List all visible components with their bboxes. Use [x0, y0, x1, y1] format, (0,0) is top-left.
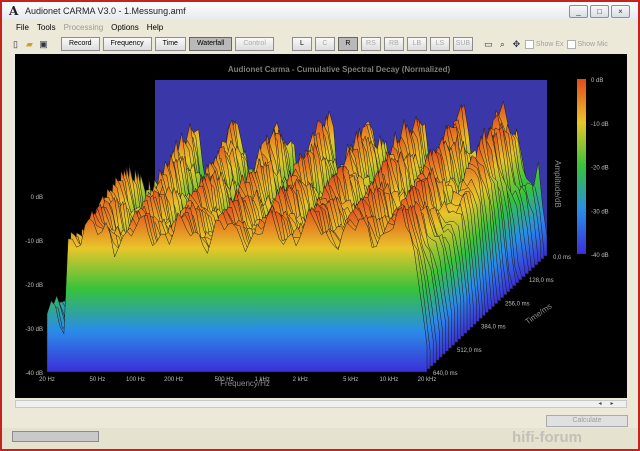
x-tick-label: 10 kHz [380, 377, 399, 383]
colorbar-tick-label: 0 dB [591, 78, 603, 84]
title-bar[interactable]: A Audionet CARMA V3.0 - 1.Messung.amf _ … [2, 2, 638, 20]
colorbar [577, 79, 586, 254]
colorbar-tick-label: -10 dB [591, 122, 609, 128]
colorbar-tick-label: -30 dB [591, 209, 609, 215]
show-mic-checkbox[interactable]: Show Mic [566, 39, 608, 49]
new-file-icon[interactable]: ▯ [10, 39, 21, 50]
open-folder-icon[interactable]: ▰ [24, 39, 35, 50]
time-tick-label: 512,0 ms [457, 348, 482, 354]
channel-lb-button[interactable]: LB [406, 37, 427, 51]
waterfall-chart: 0 dB -10 dB -20 dB -30 dB -40 dB 20 Hz 50 Hz 10… [25, 65, 609, 388]
menu-bar: File Tools Processing Options Help [2, 22, 638, 34]
x-tick-label: 2 kHz [293, 377, 308, 383]
control-button[interactable]: Control [235, 37, 274, 51]
scroll-right-icon[interactable]: ▸ [608, 401, 616, 407]
show-ex-checkbox[interactable]: Show Ex [524, 39, 564, 49]
channel-sub-button[interactable]: SUB [452, 37, 473, 51]
channel-ls-button[interactable]: LS [429, 37, 450, 51]
z-tick-label: -20 dB [25, 283, 43, 289]
menu-file[interactable]: File [12, 22, 33, 34]
menu-help[interactable]: Help [143, 22, 167, 34]
close-button[interactable]: × [611, 5, 630, 18]
x-tick-label: 20 Hz [39, 377, 55, 383]
amplitude-axis-label: Amplitude/dB [553, 160, 562, 208]
x-axis-label: Frequency/Hz [220, 379, 270, 388]
maximize-button[interactable]: □ [590, 5, 609, 18]
time-tick-label: 256,0 ms [505, 301, 530, 307]
z-tick-label: -30 dB [25, 327, 43, 333]
watermark: hifi-forum [512, 429, 582, 446]
app-logo-icon: A [9, 4, 19, 18]
z-tick-label: 0 dB [31, 195, 43, 201]
time-tick-label: 128,0 ms [529, 278, 554, 284]
colorbar-tick-label: -40 dB [591, 253, 609, 259]
z-tick-label: -10 dB [25, 239, 43, 245]
zoom-icon[interactable]: ⌕ [497, 39, 508, 50]
x-tick-label: 50 Hz [90, 377, 106, 383]
chart-title: Audionet Carma - Cumulative Spectral Dec… [228, 65, 451, 74]
menu-processing[interactable]: Processing [60, 22, 108, 34]
show-ex-label: Show Ex [535, 40, 564, 48]
channel-c-button[interactable]: C [314, 37, 335, 51]
x-tick-label: 100 Hz [126, 377, 145, 383]
channel-r-button[interactable]: R [337, 37, 358, 51]
time-button[interactable]: Time [154, 37, 186, 51]
time-tick-label: 640,0 ms [433, 371, 458, 377]
toolbar: ▯ ▰ ▣ Record Frequency Time Waterfall Co… [10, 36, 636, 52]
save-disk-icon[interactable]: ▣ [38, 39, 49, 50]
minimize-button[interactable]: _ [569, 5, 588, 18]
channel-rb-button[interactable]: RB [383, 37, 404, 51]
calculate-button[interactable]: Calculate [546, 415, 628, 427]
x-tick-label: 20 kHz [418, 377, 437, 383]
menu-tools[interactable]: Tools [33, 22, 60, 34]
time-tick-label: 384,0 ms [481, 325, 506, 331]
waterfall-plot-area[interactable]: 0 dB -10 dB -20 dB -30 dB -40 dB 20 Hz 50 Hz 10… [15, 54, 627, 398]
app-window: A Audionet CARMA V3.0 - 1.Messung.amf _ … [0, 0, 640, 451]
scroll-left-icon[interactable]: ◂ [596, 401, 604, 407]
waterfall-button[interactable]: Waterfall [188, 37, 233, 51]
horizontal-scrollbar[interactable]: ◂ ▸ [15, 400, 627, 408]
record-button[interactable]: Record [61, 37, 100, 51]
frequency-button[interactable]: Frequency [102, 37, 152, 51]
channel-l-button[interactable]: L [291, 37, 312, 51]
show-mic-label: Show Mic [577, 40, 608, 48]
colorbar-tick-label: -20 dB [591, 166, 609, 172]
window-icon[interactable]: ▭ [483, 39, 494, 50]
time-tick-label: 0,0 ms [553, 255, 571, 261]
x-tick-label: 200 Hz [164, 377, 183, 383]
window-title: Audionet CARMA V3.0 - 1.Messung.amf [25, 6, 186, 16]
channel-rs-button[interactable]: RS [360, 37, 381, 51]
x-tick-label: 5 kHz [343, 377, 358, 383]
progress-bar [12, 431, 99, 442]
menu-options[interactable]: Options [107, 22, 143, 34]
move-icon[interactable]: ✥ [511, 39, 522, 50]
